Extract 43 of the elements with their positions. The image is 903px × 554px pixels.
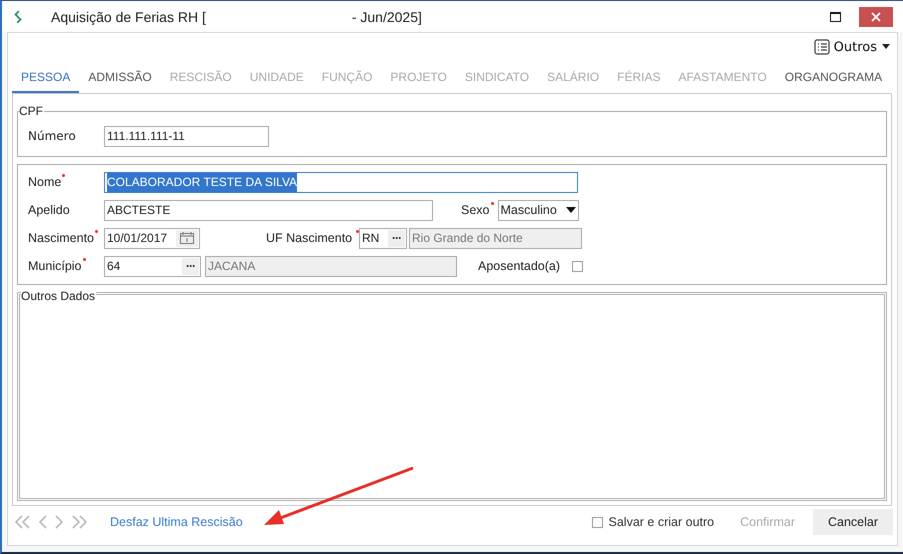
close-icon	[871, 12, 881, 22]
field-label: Nome	[28, 175, 66, 189]
input-field[interactable]: 111.111.111-11	[104, 126, 269, 146]
dropdown[interactable]: Masculino	[498, 200, 578, 220]
group-title: Outros Dados	[21, 289, 96, 303]
field-label: Município	[28, 259, 86, 273]
caret-icon	[881, 44, 891, 50]
input-field[interactable]: ABCTESTE	[104, 200, 433, 220]
read-only-field: Rio Grande do Norte	[409, 228, 582, 248]
close-button[interactable]	[859, 6, 893, 26]
last-record-icon[interactable]	[70, 515, 88, 529]
checkbox-label: Salvar e criar outro	[608, 515, 714, 529]
window-title: - Jun/2025]	[352, 8, 422, 24]
field-label: Apelido	[28, 203, 71, 217]
read-only-field: JACANA	[205, 256, 457, 276]
checkbox[interactable]	[592, 516, 603, 528]
list-icon	[814, 39, 830, 55]
lookup-button[interactable]: ···	[388, 230, 405, 246]
input-field[interactable]: 64 ···	[104, 256, 201, 276]
cancel-button[interactable]: Cancelar	[813, 509, 893, 535]
next-icon[interactable]	[54, 515, 64, 529]
input-field[interactable]: RN ···	[359, 228, 407, 248]
tab[interactable]: ORGANOGRAMA	[776, 64, 892, 93]
field-label: Nascimento	[28, 231, 98, 245]
field-label: Aposentado(a)	[478, 259, 562, 273]
checkbox[interactable]	[572, 260, 584, 272]
calendar-icon[interactable]	[176, 230, 198, 246]
dropdown-arrow-icon[interactable]	[566, 207, 576, 213]
field-label: Número	[27, 129, 77, 143]
tab[interactable]: ADMISSÃO	[79, 64, 161, 93]
input-field[interactable]: COLABORADOR TESTE DA SILVA	[104, 172, 578, 192]
group-title: CPF	[19, 104, 44, 118]
first-record-icon[interactable]	[14, 515, 32, 529]
date-field[interactable]: 10/01/2017	[104, 228, 200, 248]
field-label: UF Nascimento	[266, 231, 359, 245]
tab[interactable]: PESSOA	[12, 64, 80, 93]
app-logo-icon	[13, 10, 23, 24]
lookup-button[interactable]: ···	[182, 258, 199, 274]
undo-termination-link[interactable]: Desfaz Ultima Rescisão	[110, 515, 243, 529]
field-label: Sexo	[461, 203, 494, 217]
previous-icon[interactable]	[38, 515, 48, 529]
window-title: Aquisição de Ferias RH [	[51, 8, 206, 24]
outros-menu-button[interactable]: Outros	[814, 39, 891, 55]
